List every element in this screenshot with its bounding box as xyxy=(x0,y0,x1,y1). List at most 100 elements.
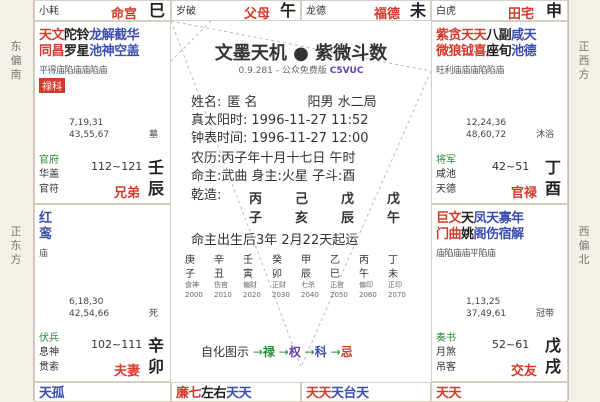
palace-god: 白虎 xyxy=(436,6,456,17)
star-line-1: 紫贪天天八副咸天 xyxy=(436,28,537,43)
age-list-1: 6,18,30 xyxy=(69,297,104,307)
palace-jiaoyou[interactable]: 巨文天凤天寡年 门曲姚阁伤宿解 庙陷庙庙平陷庙 1,13,25 37,49,61… xyxy=(431,204,568,382)
hua-badge: 禄科 xyxy=(39,78,65,93)
star-line-2: 微狼钺喜座旬池德 xyxy=(436,44,537,59)
name-value: 匿 名 xyxy=(227,95,258,110)
palace-xiongdi[interactable]: 天文陀铃龙解截华 同昌罗星池神空盖 平得庙陷庙庙陷庙 禄科 7,19,31 43… xyxy=(34,21,171,204)
star-char: 池 xyxy=(89,44,102,59)
decade-range: 112~121 xyxy=(91,160,143,173)
palace-bottom-4[interactable]: 天天 xyxy=(431,382,568,402)
right-direction-bar: 正西方 西偏北 xyxy=(568,0,600,400)
star-char: 天 xyxy=(226,386,239,401)
star-char: 副 xyxy=(498,28,512,43)
palace-name: 夫妻 xyxy=(114,364,141,379)
legend-ke: 科 xyxy=(314,345,327,359)
age-list-1: 12,24,36 xyxy=(466,118,507,128)
star-char: 空 xyxy=(114,44,127,59)
palace-god: 龙德 xyxy=(306,6,326,17)
palace-tianzhai[interactable]: 白虎 田宅 申 xyxy=(431,0,568,21)
palace-fuqi[interactable]: 红 鸾 庙 6,18,30 42,54,66 死 伏兵 息神 贯索 102~11… xyxy=(34,204,171,382)
direction-left-top: 东偏南 xyxy=(10,40,22,81)
star-char: 八 xyxy=(486,28,499,43)
star-line-1: 廉七左右天天 xyxy=(176,386,252,401)
ming-label: 命主: xyxy=(191,169,222,184)
palace-bottom-2[interactable]: 廉七左右天天 xyxy=(171,382,301,402)
star-char: 旬 xyxy=(498,44,512,59)
decade-range: 42~51 xyxy=(492,160,530,173)
palace-name: 命宫 xyxy=(111,7,138,21)
dayun-year: 2000 xyxy=(185,291,203,299)
star-line-2: 鸾 xyxy=(39,227,52,242)
true-solar-row: 真太阳时: 1996-11-27 11:52 xyxy=(191,113,369,128)
palace-stem: 丁 xyxy=(545,158,562,177)
star-line-2: 同昌罗星池神空盖 xyxy=(39,44,140,59)
life-stage: 沐浴 xyxy=(536,130,555,140)
star-char: 鸾 xyxy=(39,227,52,242)
clock-value: 1996-11-27 12:00 xyxy=(251,131,369,146)
star-char: 池 xyxy=(511,44,524,59)
boshi-god: 将军 xyxy=(436,155,456,166)
legend-arrow: → xyxy=(330,345,341,359)
month-branch: 亥 xyxy=(295,211,309,226)
jiangqian-god: 天德 xyxy=(436,184,456,195)
age-list-2: 42,54,66 xyxy=(69,309,110,319)
palace-branch: 辰 xyxy=(148,179,165,198)
dayun-branch: 丑 xyxy=(214,269,227,280)
palace-guanlu[interactable]: 紫贪天天八副咸天 微狼钺喜座旬池德 旺利庙庙庙陷陷庙 12,24,36 48,6… xyxy=(431,21,568,204)
star-char: 解 xyxy=(101,28,115,43)
star-char: 伤 xyxy=(486,227,499,242)
ming-value: 武曲 身主:火星 子斗:酉 xyxy=(221,169,356,184)
direction-left-mid: 正东方 xyxy=(10,225,22,266)
watermark-text: C5VUC xyxy=(329,66,364,76)
dayun-year: 2070 xyxy=(388,291,406,299)
life-stage: 冠带 xyxy=(536,309,555,319)
star-char: 文 xyxy=(448,211,462,226)
star-char: 陀 xyxy=(64,28,77,43)
star-char: 天 xyxy=(331,386,344,401)
star-char: 微 xyxy=(436,44,449,59)
star-line-1: 天天天台天 xyxy=(306,386,369,401)
palace-fude[interactable]: 龙德 福德 未 xyxy=(301,0,431,21)
star-char: 狼 xyxy=(448,44,462,59)
name-row: 姓名: 匿 名 阳男 水二局 xyxy=(191,95,377,110)
star-char: 华 xyxy=(126,28,140,43)
star-char: 龙 xyxy=(89,28,102,43)
dayun-god: 食神 xyxy=(185,281,199,289)
dayun-stem: 庚 xyxy=(185,255,198,266)
star-char: 神 xyxy=(101,44,115,59)
palace-stem: 壬 xyxy=(148,158,165,177)
palace-name: 田宅 xyxy=(508,7,535,21)
star-char: 曲 xyxy=(448,227,462,242)
life-stage: 死 xyxy=(149,309,159,319)
age-list-2: 48,60,72 xyxy=(466,130,507,140)
legend-arrow: → xyxy=(252,345,263,359)
jiangqian-god: 官符 xyxy=(39,184,59,195)
palace-bottom-1[interactable]: 天孤 xyxy=(34,382,171,402)
palace-branch: 酉 xyxy=(545,179,562,198)
palace-ming[interactable]: 小耗 命宫 巳 xyxy=(34,0,171,21)
palace-bottom-3[interactable]: 天天天台天 xyxy=(301,382,431,402)
star-char: 文 xyxy=(51,28,65,43)
palace-branch: 午 xyxy=(280,1,297,20)
star-char: 阁 xyxy=(473,227,487,242)
version-text: 0.9.281 - 公众免费版 xyxy=(238,66,327,76)
zihua-legend: 自化图示 →禄 →权 →科 →忌 xyxy=(201,343,353,360)
dayun-year: 2040 xyxy=(301,291,319,299)
hour-stem: 戊 xyxy=(387,192,401,207)
star-char: 座 xyxy=(486,44,499,59)
dayun-god: 偏印 xyxy=(359,281,373,289)
palace-branch: 巳 xyxy=(149,1,166,20)
palace-fumu[interactable]: 岁破 父母 午 xyxy=(171,0,301,21)
month-stem: 己 xyxy=(295,192,309,207)
star-line-1: 天文陀铃龙解截华 xyxy=(39,28,140,43)
star-char: 天 xyxy=(523,28,537,43)
suiqian-god: 华盖 xyxy=(39,169,59,180)
ming-row: 命主:武曲 身主:火星 子斗:酉 xyxy=(191,169,355,184)
star-line-2: 门曲姚阁伤宿解 xyxy=(436,227,524,242)
lunar-row: 农历:丙子年十月十七日 午时 xyxy=(191,151,356,166)
star-char: 解 xyxy=(511,227,524,242)
suiqian-god: 咸池 xyxy=(436,169,456,180)
dayun-god: 偏财 xyxy=(243,281,257,289)
star-char: 红 xyxy=(39,211,52,226)
lunar-label: 农历: xyxy=(191,151,222,166)
